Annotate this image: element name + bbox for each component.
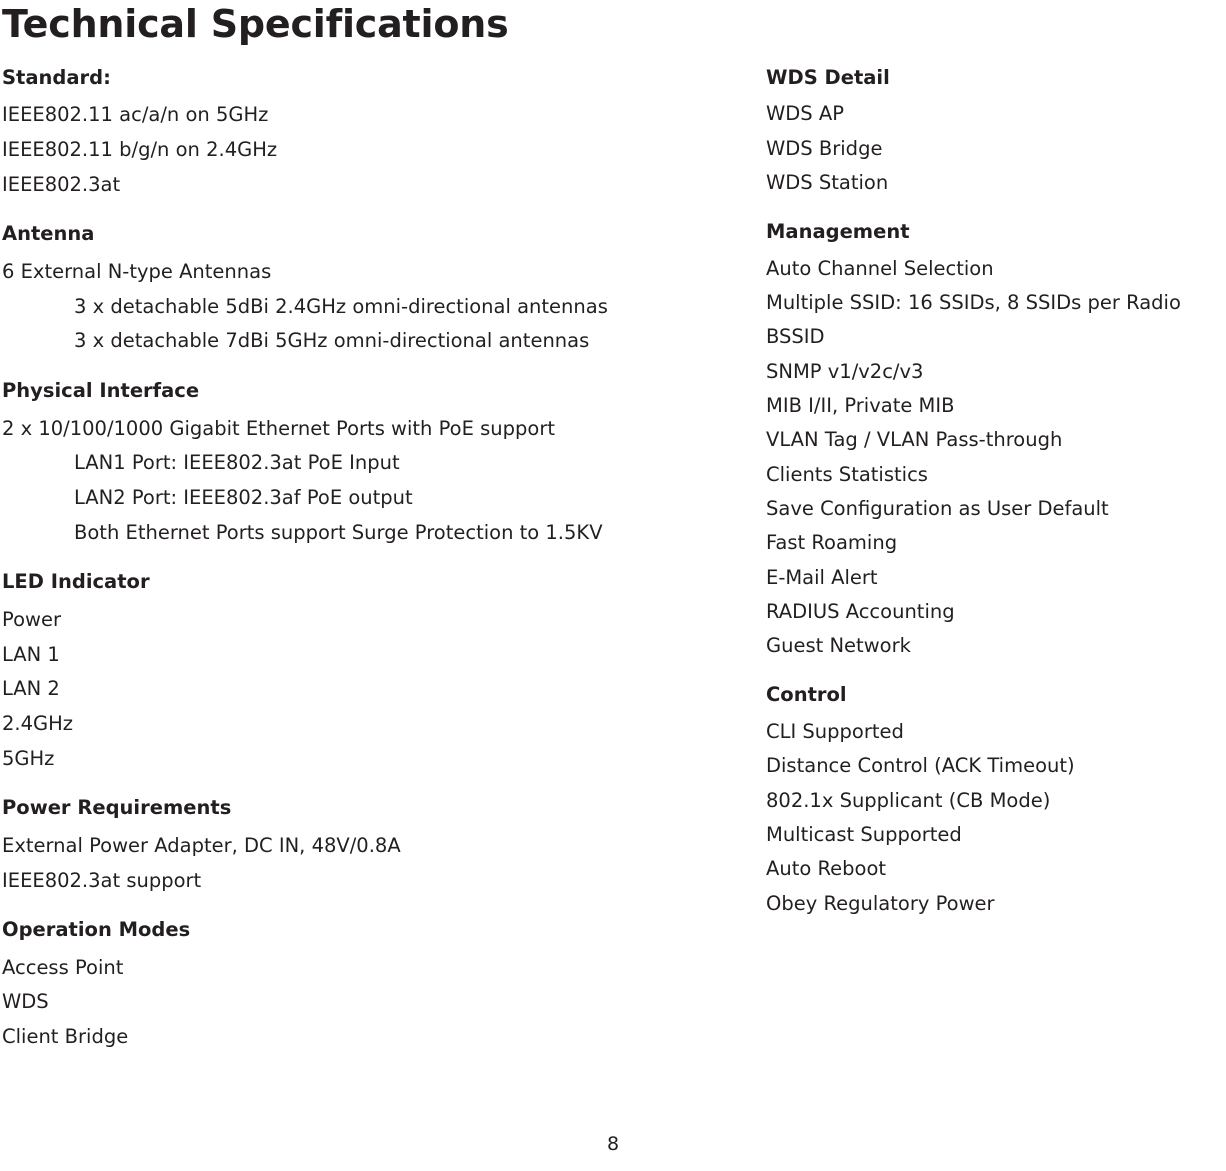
- spec-section: Management Auto Channel Selection Multiple…: [766, 222, 1226, 663]
- spec-line: Both Ethernet Ports support Surge Protec…: [74, 520, 603, 544]
- spec-line: IEEE802.11 ac/a/n on 5GHz: [2, 103, 269, 127]
- spec-line: IEEE802.3at support: [2, 868, 202, 892]
- spec-line: 3 x detachable 5dBi 2.4GHz omni-directio…: [74, 294, 608, 318]
- spec-line: IEEE802.3at: [2, 172, 121, 196]
- spec-line: IEEE802.11 b/g/n on 2.4GHz: [2, 138, 278, 161]
- spec-line: Save Configuration as User Default: [766, 496, 1109, 520]
- spec-line: LAN1 Port: IEEE802.3at PoE Input: [74, 451, 400, 475]
- spec-line: Auto Reboot: [766, 857, 887, 881]
- left-spec-column: Standard: IEEE802.11 ac/a/n on 5GHz IEEE80…: [0, 68, 766, 1055]
- spec-line: Client Bridge: [2, 1025, 129, 1049]
- spec-line: 2.4GHz: [2, 711, 74, 735]
- spec-line: WDS Station: [766, 170, 889, 194]
- spec-line: RADIUS Accounting: [766, 599, 955, 623]
- spec-line: VLAN Tag / VLAN Pass-through: [766, 428, 1063, 452]
- spec-line: LAN 2: [2, 677, 60, 701]
- page-number: 8: [606, 1133, 620, 1155]
- spec-line: Guest Network: [766, 634, 911, 658]
- spec-section: Operation Modes Access Point WDS Client Bri…: [2, 920, 766, 1055]
- spec-line: CLI Supported: [766, 719, 904, 743]
- spec-line: BSSID: [766, 325, 825, 349]
- spec-line: WDS AP: [766, 102, 844, 126]
- spec-columns: Standard: IEEE802.11 ac/a/n on 5GHz IEEE80…: [0, 68, 1226, 1055]
- spec-line: Auto Channel Selection: [766, 256, 994, 280]
- spec-line: Multiple SSID: 16 SSIDs, 8 SSIDs per Rad…: [766, 291, 1181, 315]
- spec-section: Antenna 6 External N-type Antennas 3 x det…: [2, 224, 766, 359]
- spec-line: Obey Regulatory Power: [766, 891, 995, 915]
- spec-line: External Power Adapter, DC IN, 48V/0.8A: [2, 833, 401, 857]
- spec-line: LAN 1: [2, 642, 60, 666]
- specifications-page: Technical Specifications Standard: IEEE80…: [0, 0, 1226, 1171]
- spec-section: Standard: IEEE802.11 ac/a/n on 5GHz IEEE80…: [2, 68, 766, 203]
- spec-section-heading: WDS Detail: [766, 65, 890, 89]
- spec-line: LAN2 Port: IEEE802.3af PoE output: [74, 485, 413, 509]
- spec-line: WDS Bridge: [766, 136, 883, 160]
- spec-section: Control CLI Supported Distance Control (AC…: [766, 685, 1226, 920]
- spec-line: Distance Control (ACK Timeout): [766, 754, 1075, 778]
- spec-line: E-Mail Alert: [766, 565, 878, 589]
- spec-line: Power: [2, 607, 61, 631]
- spec-section-heading: Power Requirements: [2, 796, 232, 820]
- spec-section: Physical Interface 2 x 10/100/1000 Gigabi…: [2, 381, 766, 550]
- spec-line: 3 x detachable 7dBi 5GHz omni-directiona…: [74, 329, 590, 353]
- spec-line: Clients Statistics: [766, 462, 928, 486]
- spec-section-heading: LED Indicator: [2, 570, 150, 594]
- page-title: Technical Specifications: [2, 2, 509, 46]
- spec-section: LED Indicator Power LAN 1 LAN 2 2.4GHz 5GHz: [2, 572, 766, 776]
- spec-line: Access Point: [2, 955, 124, 979]
- spec-section: Power Requirements External Power Adapter…: [2, 798, 766, 898]
- spec-line: 6 External N-type Antennas: [2, 259, 272, 283]
- spec-line: Multicast Supported: [766, 822, 962, 846]
- spec-section-heading: Physical Interface: [2, 379, 200, 403]
- spec-section-heading: Operation Modes: [2, 918, 191, 942]
- right-spec-column: WDS Detail WDS AP WDS Bridge WDS Station Man…: [766, 68, 1226, 921]
- spec-line: MIB I/II, Private MIB: [766, 393, 955, 417]
- spec-line: SNMP v1/v2c/v3: [766, 359, 924, 383]
- spec-line: 5GHz: [2, 746, 55, 770]
- spec-section-heading: Antenna: [2, 222, 95, 246]
- spec-section: WDS Detail WDS AP WDS Bridge WDS Station: [766, 68, 1226, 200]
- spec-section-heading: Management: [766, 220, 910, 244]
- spec-line: 2 x 10/100/1000 Gigabit Ethernet Ports w…: [2, 416, 555, 440]
- spec-line: WDS: [2, 990, 49, 1014]
- spec-line: Fast Roaming: [766, 531, 898, 555]
- spec-section-heading: Standard:: [2, 65, 111, 89]
- spec-section-heading: Control: [766, 683, 847, 707]
- spec-line: 802.1x Supplicant (CB Mode): [766, 788, 1051, 812]
